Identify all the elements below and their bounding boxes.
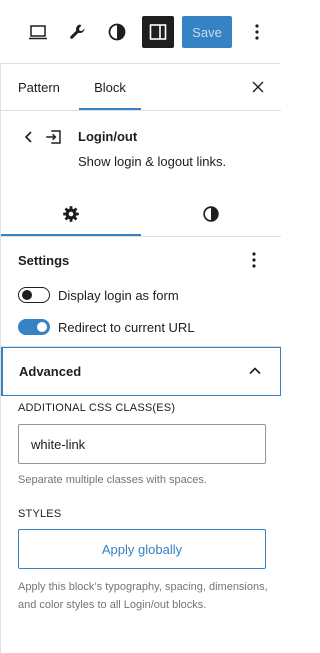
active-tab-indicator <box>79 108 141 110</box>
editor-toolbar: Save <box>0 0 280 64</box>
more-vertical-icon[interactable] <box>246 249 262 271</box>
advanced-title: Advanced <box>19 364 82 379</box>
settings-panel: Settings Display login as form Redirect … <box>1 237 281 347</box>
advanced-panel-toggle[interactable]: Advanced <box>1 347 281 396</box>
desktop-icon[interactable] <box>24 18 52 46</box>
block-inspector-panel: Pattern Block Login/out Show login & log… <box>0 63 281 653</box>
apply-globally-help: Apply this block’s typography, spacing, … <box>18 581 268 611</box>
tab-styles[interactable] <box>141 191 281 236</box>
toggle-knob <box>37 322 47 332</box>
inspector-tabs <box>1 191 281 237</box>
toggle-label: Redirect to current URL <box>58 319 195 335</box>
active-subtab-indicator <box>1 234 141 236</box>
half-circle-icon[interactable] <box>103 18 131 46</box>
toggle-label: Display login as form <box>58 287 179 303</box>
redirect-current-url-row: Redirect to current URL <box>18 317 195 337</box>
display-login-form-row: Display login as form <box>18 285 179 305</box>
settings-title: Settings <box>18 253 70 268</box>
half-circle-icon <box>203 205 219 222</box>
toggle-knob <box>22 290 32 300</box>
block-description: Show login & logout links. <box>78 154 227 169</box>
chevron-left-icon[interactable] <box>21 129 37 145</box>
tab-pattern[interactable]: Pattern <box>18 64 60 110</box>
chevron-up-icon <box>246 362 264 380</box>
css-class-help: Separate multiple classes with spaces. <box>18 474 207 486</box>
tab-block[interactable]: Block <box>79 64 141 110</box>
more-vertical-icon[interactable] <box>243 18 271 46</box>
block-title: Login/out <box>78 129 138 144</box>
save-button[interactable]: Save <box>182 16 232 48</box>
block-card: Login/out Show login & logout links. <box>1 111 281 199</box>
tab-settings[interactable] <box>1 191 141 236</box>
login-icon <box>43 126 65 148</box>
wrench-icon[interactable] <box>64 18 92 46</box>
sidebar-toggle-icon[interactable] <box>142 16 174 48</box>
css-class-input[interactable] <box>18 424 266 464</box>
redirect-current-url-toggle[interactable] <box>18 319 50 335</box>
close-icon[interactable] <box>247 76 269 98</box>
sidebar-tabs: Pattern Block <box>1 64 281 111</box>
apply-globally-button[interactable]: Apply globally <box>18 529 266 569</box>
gear-icon <box>63 205 79 222</box>
display-login-form-toggle[interactable] <box>18 287 50 303</box>
styles-label: STYLES <box>18 508 62 520</box>
css-class-label: ADDITIONAL CSS CLASS(ES) <box>18 402 176 414</box>
